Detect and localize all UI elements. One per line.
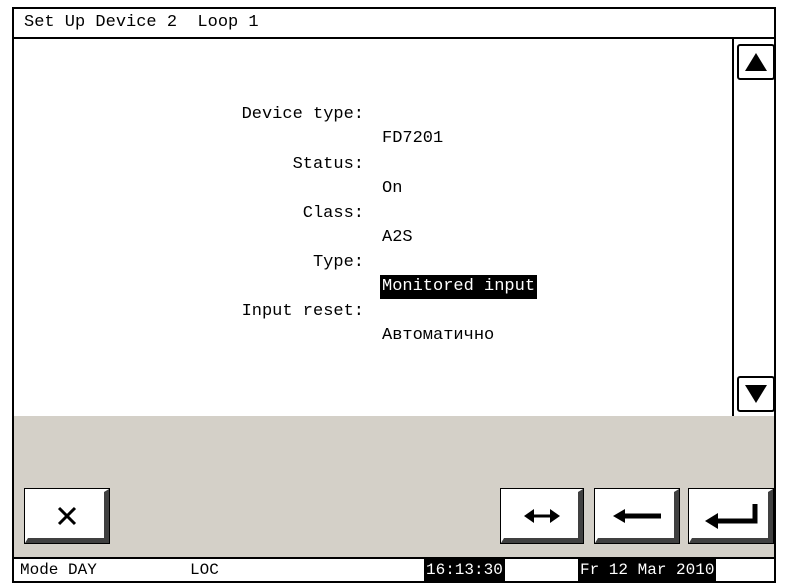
device-setup-window: Set Up Device 2 Loop 1 Device type: FD72… [12,7,776,583]
mode-indicator: Mode DAY [20,561,97,579]
field-list: Device type: FD7201 Status: On Class: A2… [14,39,732,416]
back-button[interactable] [594,488,680,544]
location-indicator: LOC [190,561,219,579]
scroll-up-button[interactable] [737,44,774,80]
left-arrow-icon [613,509,661,523]
triangle-up-icon [745,53,767,71]
close-icon [57,506,77,526]
field-status: Status: On [14,129,732,198]
left-right-arrow-icon [524,509,560,523]
toggle-button[interactable] [500,488,584,544]
field-class: Class: A2S [14,178,732,247]
scroll-down-button[interactable] [737,376,774,412]
window-title: Set Up Device 2 Loop 1 [14,9,774,39]
field-input-reset: Input reset: Автоматично [14,276,732,345]
scrollbar[interactable] [732,39,774,416]
triangle-down-icon [745,385,767,403]
field-label: Status: [292,155,364,174]
status-bar: Mode DAY LOC 16:13:30 Fr 12 Mar 2010 [14,557,774,581]
clock-date: Fr 12 Mar 2010 [578,559,717,581]
field-value[interactable]: Автоматично [382,324,494,348]
field-device-type: Device type: FD7201 [14,79,732,148]
clock-time: 16:13:30 [424,559,505,581]
field-type: Type: Monitored input [14,227,732,299]
enter-button[interactable] [688,488,774,544]
cancel-button[interactable] [24,488,110,544]
field-label: Device type: [241,105,364,124]
field-label: Input reset: [241,302,364,321]
field-label: Type: [312,253,364,272]
enter-icon [705,504,758,529]
field-label: Class: [302,204,364,223]
